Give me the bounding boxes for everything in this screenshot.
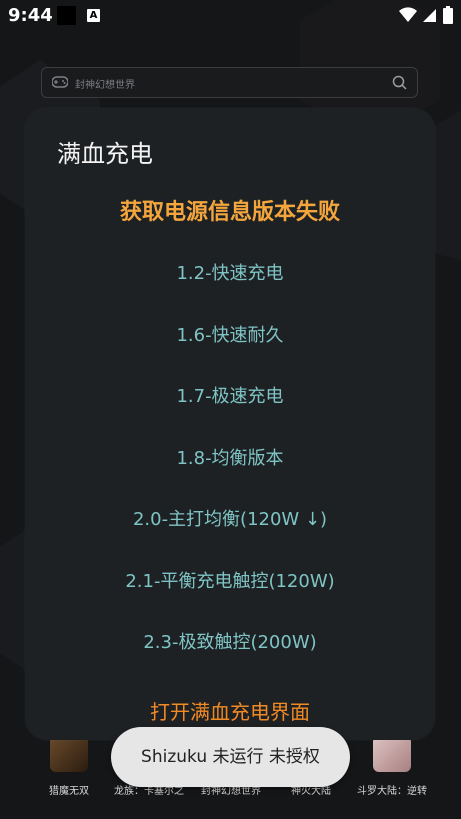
search-bar[interactable]: 封神幻想世界 — [41, 67, 418, 98]
status-bar: 9:44 A — [0, 0, 461, 32]
status-icons — [399, 6, 453, 24]
notification-app-icon — [57, 6, 76, 25]
signal-icon — [423, 9, 436, 22]
charging-options: 1.2-快速充电 1.6-快速耐久 1.7-极速充电 1.8-均衡版本 2.0-… — [25, 264, 435, 695]
charging-dialog: 满血充电 获取电源信息版本失败 1.2-快速充电 1.6-快速耐久 1.7-极速… — [25, 108, 435, 740]
error-message: 获取电源信息版本失败 — [119, 200, 340, 225]
game-item[interactable]: 斗罗大陆：逆转 — [347, 736, 437, 797]
option-1-6[interactable]: 1.6-快速耐久 — [25, 325, 435, 388]
game-thumbnail — [50, 736, 88, 772]
search-placeholder: 封神幻想世界 — [75, 80, 135, 91]
game-name: 斗罗大陆：逆转 — [357, 786, 427, 797]
dialog-title: 满血充电 — [57, 140, 153, 168]
game-thumbnail — [373, 736, 411, 772]
game-item[interactable]: 猎魔无双 — [24, 736, 114, 797]
toast-message: Shizuku 未运行 未授权 — [111, 727, 350, 787]
option-1-8[interactable]: 1.8-均衡版本 — [25, 448, 435, 511]
notification-a-icon: A — [87, 9, 100, 22]
option-2-1[interactable]: 2.1-平衡充电触控(120W) — [25, 571, 435, 634]
option-2-3[interactable]: 2.3-极致触控(200W) — [25, 633, 435, 695]
open-charging-screen-button[interactable]: 打开满血充电界面 — [25, 696, 435, 725]
gamepad-icon — [52, 76, 68, 88]
status-time: 9:44 — [8, 5, 53, 26]
option-1-7[interactable]: 1.7-极速充电 — [25, 387, 435, 449]
wifi-icon — [399, 7, 417, 23]
battery-icon — [443, 6, 453, 24]
game-name: 猎魔无双 — [49, 786, 89, 797]
option-1-2[interactable]: 1.2-快速充电 — [25, 264, 435, 326]
search-icon[interactable] — [392, 75, 407, 90]
option-2-0[interactable]: 2.0-主打均衡(120W ↓) — [25, 510, 435, 572]
